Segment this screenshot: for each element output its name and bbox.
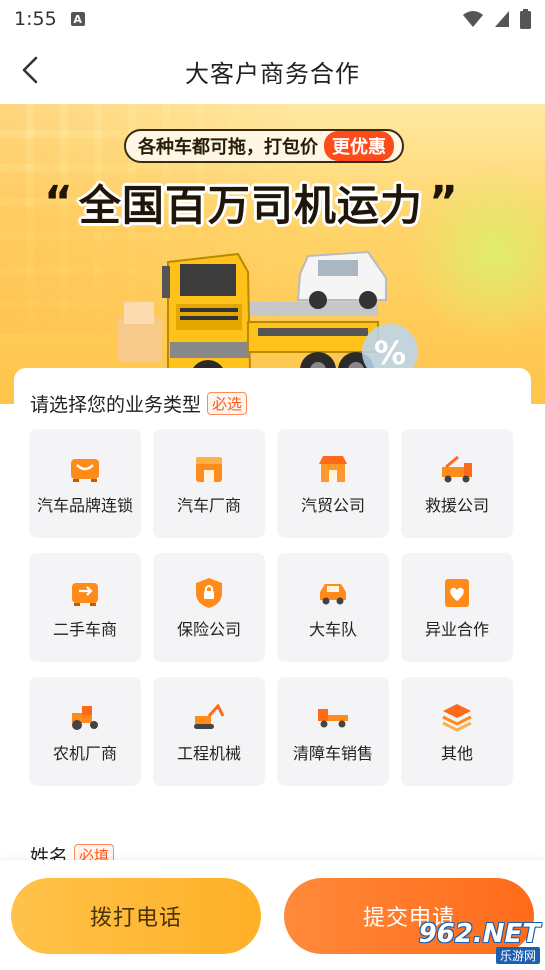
insurance-shield-icon — [192, 576, 226, 610]
chevron-left-icon — [22, 56, 38, 84]
promo-banner: 各种车都可拖，打包价 更优惠 “ 全国百万司机运力 ” % — [0, 104, 545, 404]
fleet-car-icon — [316, 576, 350, 610]
rescue-truck-icon — [440, 452, 474, 486]
option-used-car-dealer[interactable]: 二手车商 — [29, 553, 141, 662]
status-bar: 1:55 A — [0, 0, 545, 38]
option-wrecker-sales[interactable]: 清障车销售 — [277, 677, 389, 786]
signal-icon — [495, 11, 509, 27]
handshake-icon — [440, 576, 474, 610]
headline: “ 全国百万司机运力 ” — [44, 172, 458, 233]
used-car-icon — [68, 576, 102, 610]
option-label: 救援公司 — [424, 495, 489, 515]
option-label: 汽贸公司 — [300, 495, 365, 515]
option-large-fleet[interactable]: 大车队 — [277, 553, 389, 662]
business-type-title: 请选择您的业务类型 — [30, 394, 202, 416]
business-type-card: 请选择您的业务类型 必选 汽车品牌连锁 汽车厂商 汽贸公司 救援公司 二手车商 … — [14, 368, 531, 808]
status-indicators — [462, 9, 531, 29]
option-auto-trade[interactable]: 汽贸公司 — [277, 429, 389, 538]
status-time: 1:55 — [14, 8, 57, 30]
quote-open: “ — [44, 176, 73, 228]
option-label: 汽车厂商 — [176, 495, 241, 515]
layers-icon — [440, 700, 474, 734]
required-tag: 必选 — [207, 392, 248, 415]
option-car-brand-chain[interactable]: 汽车品牌连锁 — [29, 429, 141, 538]
excavator-icon — [192, 700, 226, 734]
shop-icon — [316, 452, 350, 486]
svg-text:%: % — [374, 334, 406, 372]
tractor-icon — [68, 700, 102, 734]
factory-icon — [192, 452, 226, 486]
option-label: 保险公司 — [176, 619, 241, 639]
car-chain-icon — [68, 452, 102, 486]
option-rescue-company[interactable]: 救援公司 — [401, 429, 513, 538]
promo-badge: 更优惠 — [324, 131, 394, 161]
tow-truck-icon — [316, 700, 350, 734]
option-car-manufacturer[interactable]: 汽车厂商 — [153, 429, 265, 538]
page-title: 大客户商务合作 — [185, 59, 360, 88]
nav-bar: 大客户商务合作 — [0, 38, 545, 104]
option-label: 二手车商 — [52, 619, 117, 639]
option-label: 大车队 — [308, 619, 357, 639]
quote-close: ” — [428, 176, 458, 228]
business-type-header: 请选择您的业务类型 必选 — [30, 390, 248, 417]
promo-text: 各种车都可拖，打包价 — [138, 137, 318, 158]
option-other[interactable]: 其他 — [401, 677, 513, 786]
watermark-top: 962.NET — [418, 918, 540, 949]
battery-icon — [520, 9, 531, 29]
option-label: 农机厂商 — [52, 743, 117, 763]
option-construction-machinery[interactable]: 工程机械 — [153, 677, 265, 786]
option-cross-industry[interactable]: 异业合作 — [401, 553, 513, 662]
headline-text: 全国百万司机运力 — [78, 181, 423, 230]
option-label: 其他 — [440, 743, 473, 763]
option-label: 清障车销售 — [292, 743, 373, 763]
business-type-grid: 汽车品牌连锁 汽车厂商 汽贸公司 救援公司 二手车商 保险公司 大车队 异业合作… — [29, 429, 515, 786]
back-button[interactable] — [14, 54, 46, 86]
call-button[interactable]: 拨打电话 — [11, 878, 261, 954]
watermark-logo: 962.NET 乐游网 — [408, 918, 540, 966]
promo-pill: 各种车都可拖，打包价 更优惠 — [124, 129, 404, 163]
wifi-icon — [463, 11, 483, 27]
option-label: 工程机械 — [176, 743, 241, 763]
watermark-bottom: 乐游网 — [495, 946, 540, 964]
option-agri-machinery[interactable]: 农机厂商 — [29, 677, 141, 786]
option-label: 汽车品牌连锁 — [36, 495, 133, 515]
option-insurance-company[interactable]: 保险公司 — [153, 553, 265, 662]
option-label: 异业合作 — [424, 619, 489, 639]
notification-icon: A — [70, 12, 85, 26]
